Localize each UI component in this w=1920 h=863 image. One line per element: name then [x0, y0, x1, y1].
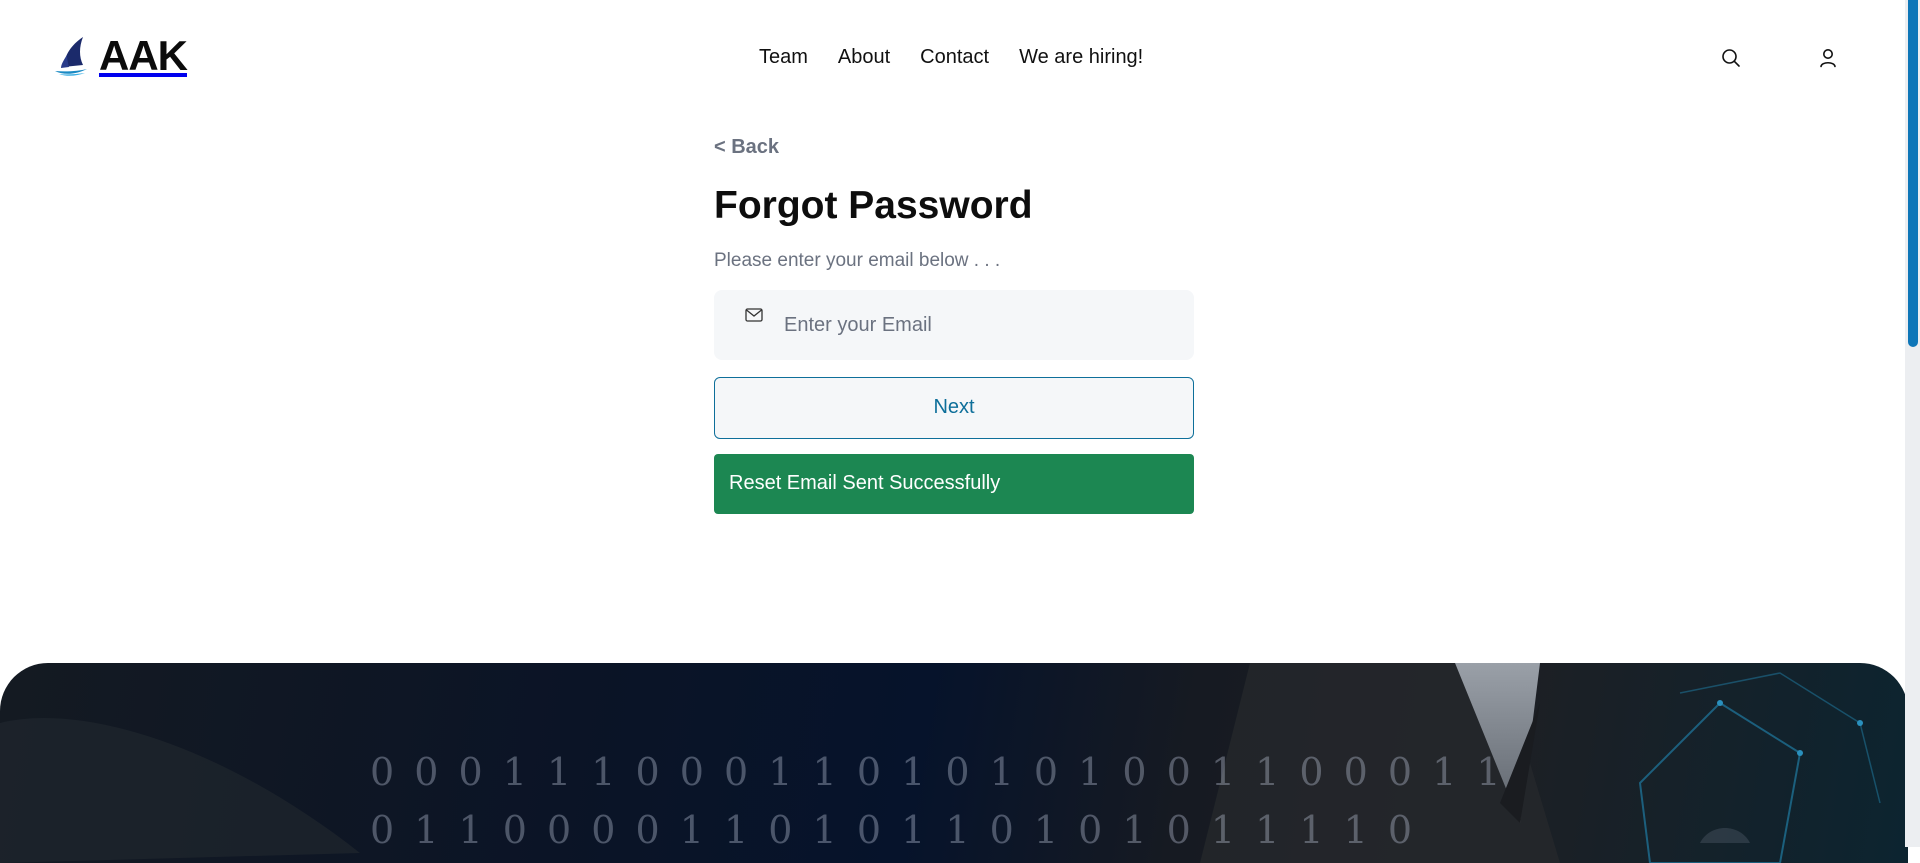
- hero-banner-image: 0 0 0 1 1 1 0 0 0 1 1 0 1 0 1 0 1 0 0 1 …: [0, 663, 1908, 863]
- sailboat-logo-icon: [55, 37, 87, 76]
- nav-about[interactable]: About: [838, 46, 890, 69]
- logo-text: AAK: [99, 32, 188, 79]
- search-icon: [1722, 49, 1740, 67]
- mail-icon: [745, 308, 763, 322]
- nav-contact[interactable]: Contact: [920, 46, 989, 69]
- user-icon: [1820, 49, 1836, 68]
- nav-hiring[interactable]: We are hiring!: [1019, 46, 1143, 69]
- logo[interactable]: AAK: [53, 32, 188, 79]
- page-title: Forgot Password: [714, 184, 1033, 227]
- page-scrollbar[interactable]: [1905, 0, 1920, 847]
- page-subtitle: Please enter your email below . . .: [714, 249, 1001, 271]
- search-button[interactable]: [1720, 47, 1742, 69]
- next-button[interactable]: Next: [714, 376, 1194, 439]
- nav-team[interactable]: Team: [759, 46, 808, 69]
- forgot-password-form: < Back Forgot Password Please enter your…: [714, 136, 1194, 514]
- main-nav: Team About Contact We are hiring!: [759, 46, 1143, 69]
- site-header: AAK Team About Contact We are hiring!: [0, 0, 1905, 115]
- scrollbar-thumb[interactable]: [1908, 0, 1918, 347]
- email-input[interactable]: [782, 289, 1176, 362]
- account-button[interactable]: [1818, 47, 1838, 69]
- success-alert: Reset Email Sent Successfully: [714, 453, 1194, 514]
- back-link[interactable]: < Back: [714, 136, 779, 159]
- email-field-container: [714, 289, 1194, 362]
- page: AAK Team About Contact We are hiring! < …: [0, 0, 1908, 863]
- hero-binary-pattern: 0 0 0 1 1 1 0 0 0 1 1 0 1 0 1 0 1 0 0 1 …: [370, 750, 1505, 852]
